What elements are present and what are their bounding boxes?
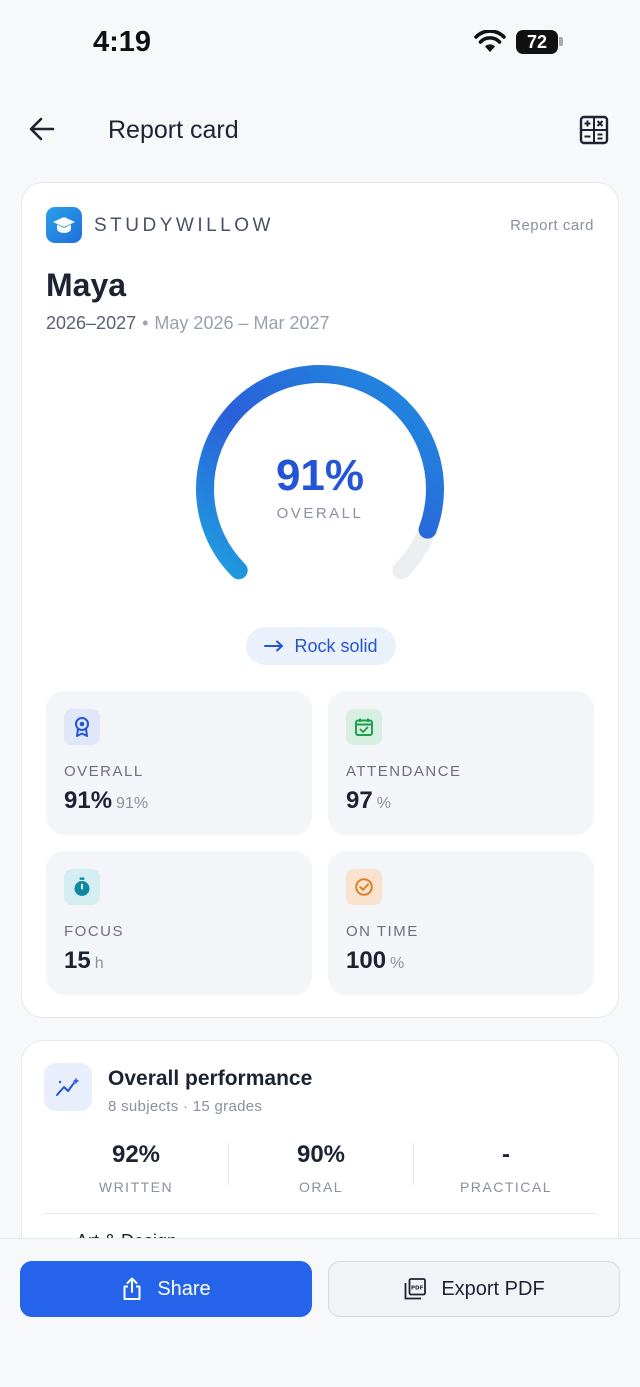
graduation-cap-icon: [46, 207, 82, 243]
sparkle-trend-icon: [44, 1063, 92, 1111]
stat-tile-overall: OVERALL 91% 91%: [46, 691, 312, 835]
svg-text:PDF: PDF: [411, 1285, 424, 1291]
share-button[interactable]: Share: [20, 1261, 312, 1317]
date-range: May 2026 – Mar 2027: [154, 313, 330, 333]
pdf-icon: PDF: [404, 1278, 427, 1300]
school-year: 2026–2027: [46, 313, 137, 333]
arrow-left-icon: [29, 117, 55, 141]
award-icon: [64, 709, 100, 745]
wifi-icon: [474, 30, 506, 52]
stat-divider: [413, 1143, 414, 1185]
card-tag: Report card: [510, 217, 594, 234]
share-label: Share: [157, 1277, 211, 1300]
stat-oral: 90% ORAL: [296, 1141, 346, 1195]
calculator-icon: [579, 115, 609, 145]
tile-value: 91% 91%: [64, 787, 149, 814]
performance-subtitle: 8 subjects · 15 grades: [108, 1098, 263, 1115]
battery-tip: [559, 37, 563, 46]
tile-value: 15 h: [64, 947, 104, 974]
status-time: 4:19: [93, 26, 152, 58]
gauge-value: 91%: [275, 451, 365, 500]
brand-name: STUDYWILLOW: [94, 215, 274, 236]
tile-label: ON TIME: [346, 923, 419, 940]
trend-badge: Rock solid: [246, 627, 396, 665]
stat-written: 92% WRITTEN: [98, 1141, 174, 1195]
calculator-button[interactable]: [578, 114, 610, 146]
calendar-check-icon: [346, 709, 382, 745]
arrow-right-icon: [264, 640, 284, 652]
battery-indicator: 72: [516, 30, 558, 54]
export-label: Export PDF: [441, 1277, 545, 1300]
stat-divider: [228, 1143, 229, 1185]
stat-practical: - PRACTICAL: [459, 1141, 553, 1195]
student-name: Maya: [46, 267, 127, 303]
back-button[interactable]: [26, 112, 58, 146]
page-title: Report card: [108, 116, 239, 144]
stopwatch-icon: [64, 869, 100, 905]
tile-value: 97%: [346, 787, 391, 814]
tile-label: FOCUS: [64, 923, 124, 940]
gauge-label: OVERALL: [276, 505, 364, 522]
export-pdf-button[interactable]: PDF Export PDF: [328, 1261, 620, 1317]
performance-title: Overall performance: [108, 1067, 313, 1090]
tile-value: 100%: [346, 947, 405, 974]
tile-label: ATTENDANCE: [346, 763, 462, 780]
bottom-action-bar: Share PDF Export PDF: [0, 1238, 640, 1387]
trend-label: Rock solid: [294, 635, 378, 656]
tile-label: OVERALL: [64, 763, 144, 780]
stat-tile-focus: FOCUS 15 h: [46, 851, 312, 995]
stat-tile-attendance: ATTENDANCE 97%: [328, 691, 594, 835]
separator-dot: •: [142, 313, 149, 333]
stat-tile-on-time: ON TIME 100%: [328, 851, 594, 995]
performance-divider: [44, 1213, 596, 1214]
check-circle-icon: [346, 869, 382, 905]
status-bar: 4:19 72: [0, 0, 640, 88]
school-period: 2026–2027 • May 2026 – Mar 2027: [46, 313, 330, 334]
share-icon: [123, 1277, 141, 1300]
report-card: STUDYWILLOW Report card Maya 2026–2027 • M…: [21, 182, 619, 1018]
